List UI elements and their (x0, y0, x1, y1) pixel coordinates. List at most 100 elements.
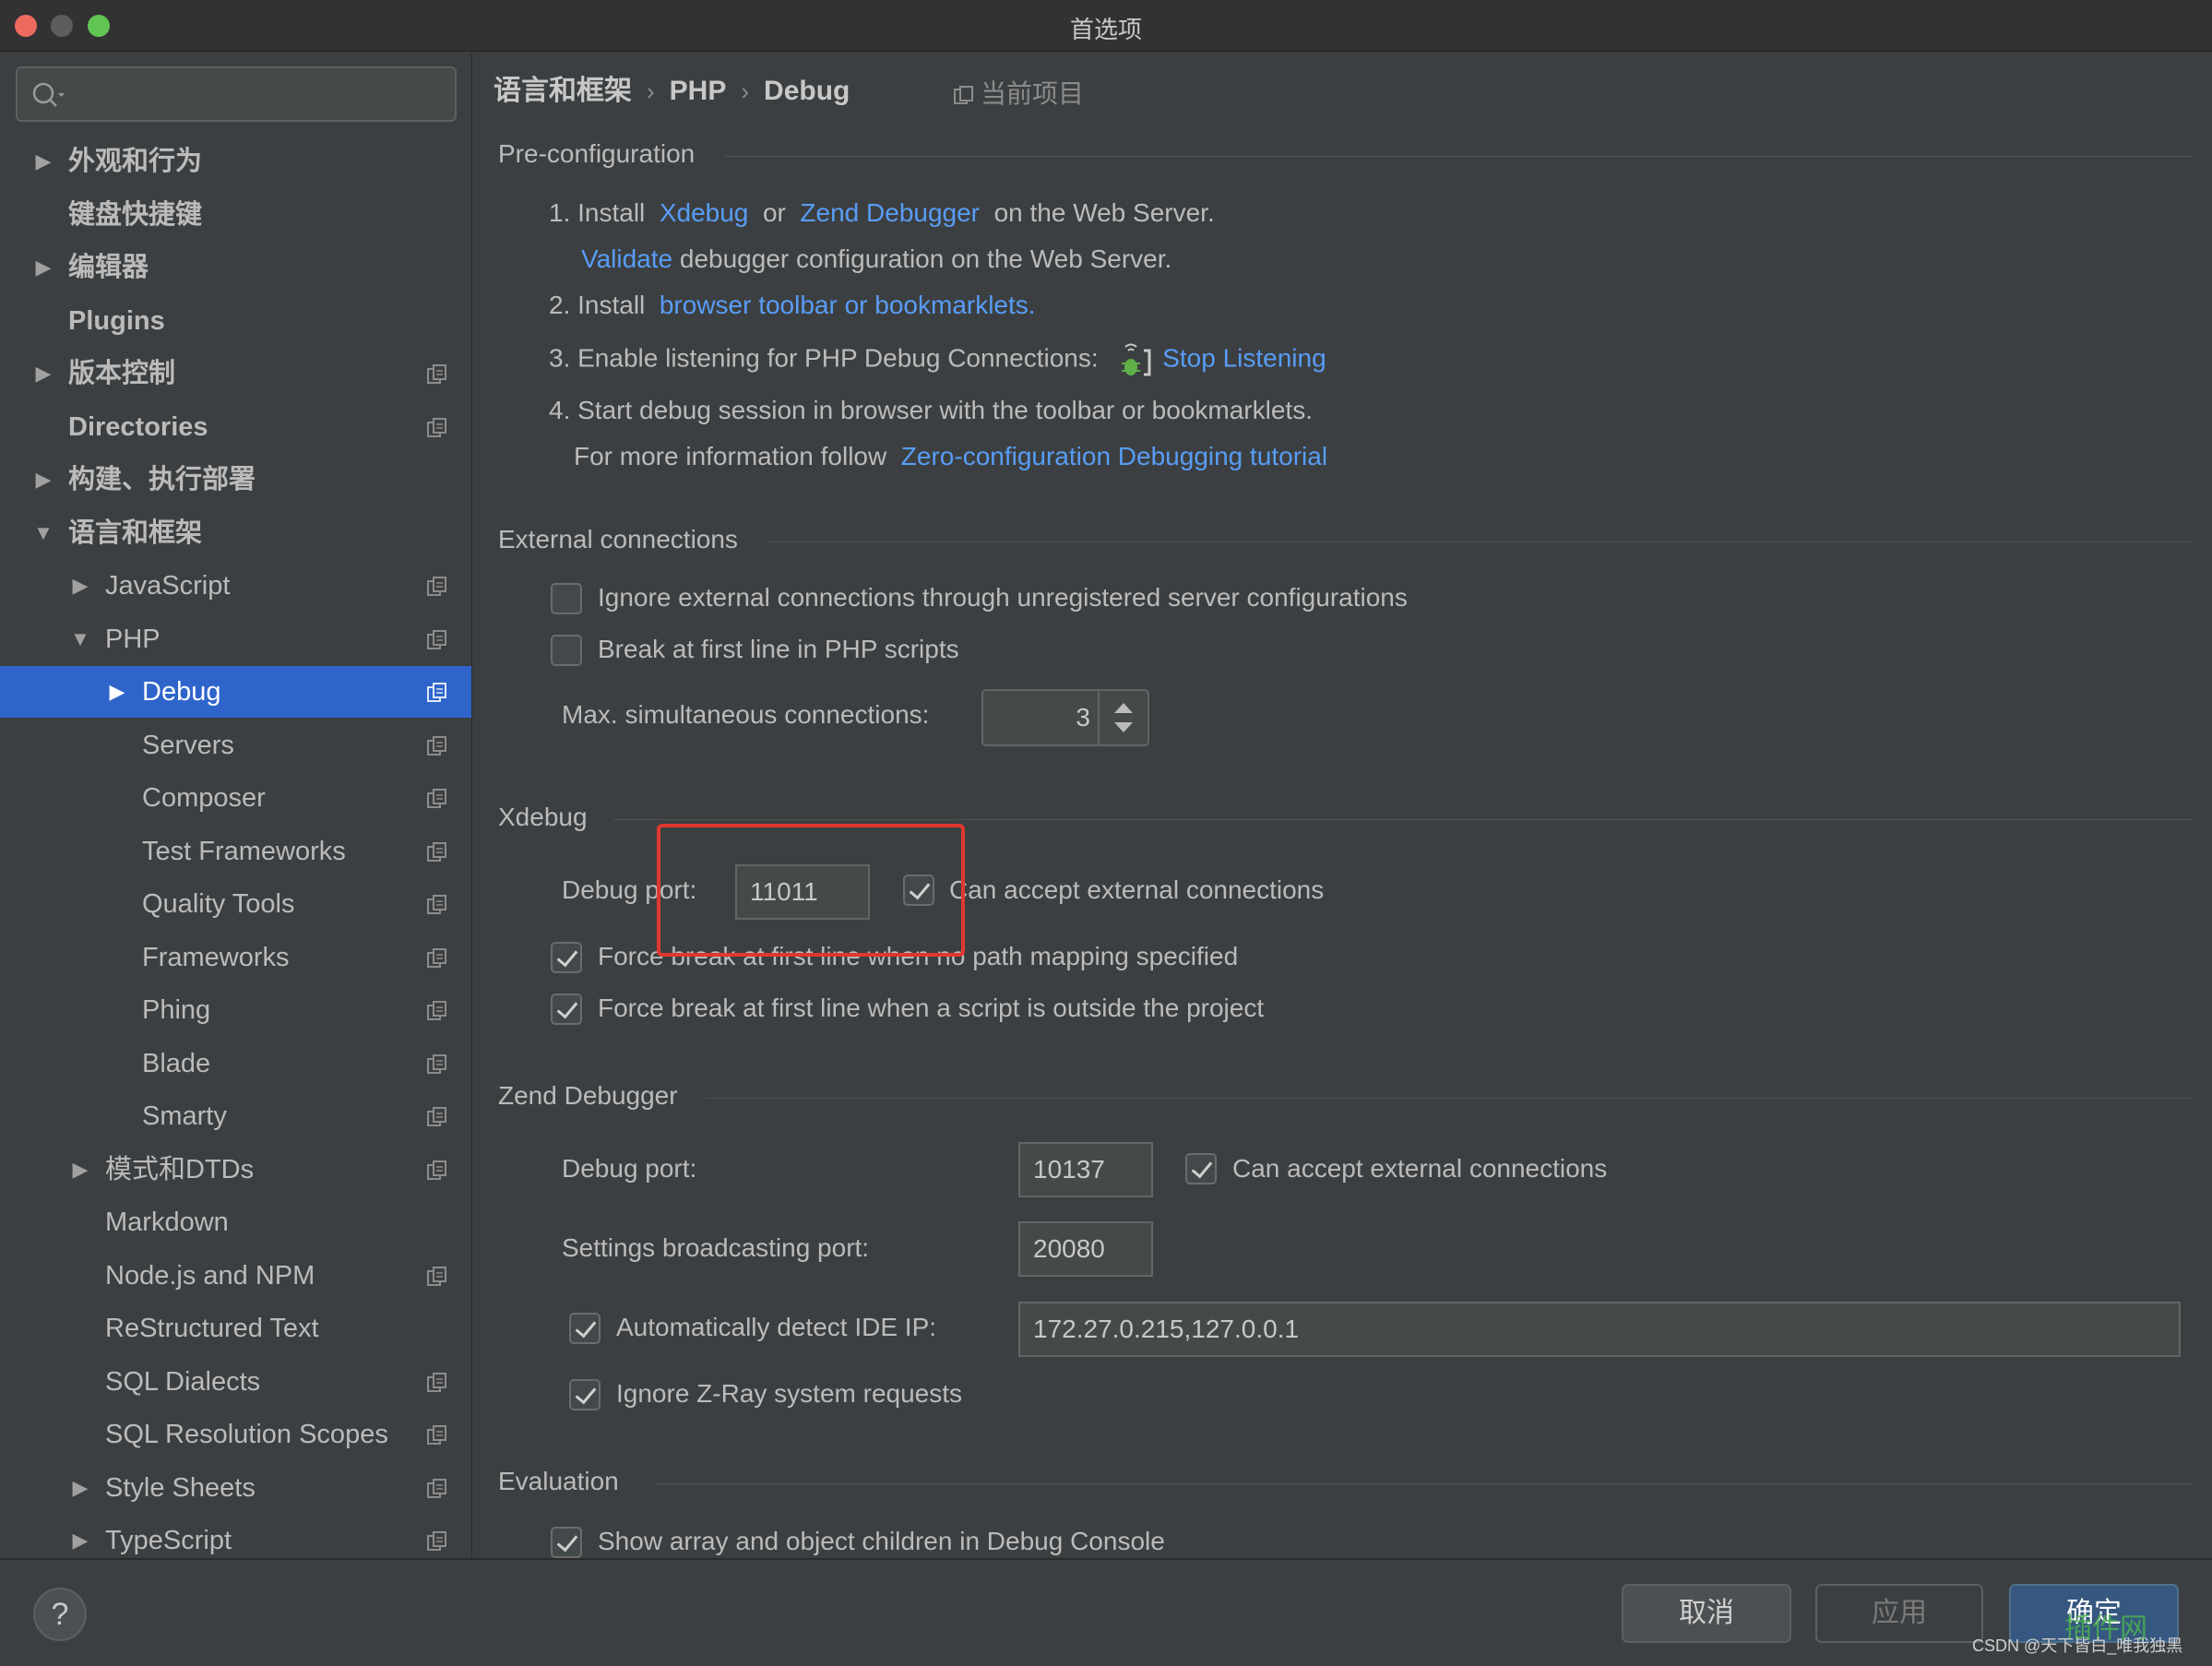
sidebar-item-label: Blade (142, 1048, 211, 1078)
browser-toolbar-link[interactable]: browser toolbar or bookmarklets. (660, 291, 1036, 319)
validate-suffix: debugger configuration on the Web Server… (679, 244, 1172, 273)
step1-prefix: 1. Install (549, 198, 646, 227)
title-bar: 首选项 (0, 0, 2212, 52)
force-break-outside-project-checkbox[interactable] (551, 994, 582, 1025)
sidebar-item-label: ReStructured Text (105, 1314, 319, 1343)
sidebar-item-label: Quality Tools (142, 889, 295, 919)
collapsed-arrow-icon[interactable]: ▶ (66, 1462, 94, 1514)
sidebar-item-label: Smarty (142, 1101, 227, 1131)
settings-search-input[interactable] (16, 66, 457, 122)
project-scope-icon (427, 577, 446, 596)
window-title: 首选项 (1069, 16, 1142, 43)
preconfig-more-info: For more information follow Zero-configu… (574, 442, 1327, 471)
sidebar-item-plugins[interactable]: Plugins (0, 295, 471, 347)
spinner-buttons[interactable] (1098, 691, 1148, 744)
more-info-label: For more information follow (574, 442, 887, 470)
zero-config-tutorial-link[interactable]: Zero-configuration Debugging tutorial (901, 442, 1327, 470)
sidebar-item-style-sheets[interactable]: ▶ Style Sheets (0, 1462, 471, 1514)
sidebar-item-模式和dtds[interactable]: ▶ 模式和DTDs (0, 1144, 471, 1196)
sidebar-item-quality-tools[interactable]: Quality Tools (0, 878, 471, 930)
show-array-children-checkbox[interactable] (551, 1527, 582, 1558)
collapsed-arrow-icon[interactable]: ▶ (66, 560, 94, 612)
sidebar-item-label: 编辑器 (68, 253, 149, 282)
main-panel: 语言和框架 › PHP › Debug 当前项目 Pre-configuration 1… (473, 53, 2212, 1558)
collapsed-arrow-icon[interactable]: ▶ (66, 1515, 94, 1558)
zend-port-field[interactable]: 10137 (1018, 1142, 1153, 1197)
sidebar-item-servers[interactable]: Servers (0, 720, 471, 771)
project-scope-icon (427, 417, 446, 437)
sidebar-item-sql-dialects[interactable]: SQL Dialects (0, 1356, 471, 1408)
sidebar-item-编辑器[interactable]: ▶ 编辑器 (0, 242, 471, 293)
sidebar-item-directories[interactable]: Directories (0, 401, 471, 453)
sidebar-item-node-js-and-npm[interactable]: Node.js and NPM (0, 1250, 471, 1302)
zend-debugger-link[interactable]: Zend Debugger (800, 198, 980, 227)
highlight-annotation-box (657, 824, 965, 957)
broadcast-port-label: Settings broadcasting port: (562, 1233, 870, 1262)
project-scope-icon (427, 895, 446, 914)
sidebar-item-javascript[interactable]: ▶ JavaScript (0, 560, 471, 612)
collapsed-arrow-icon[interactable]: ▶ (103, 666, 131, 718)
sidebar-item-restructured-text[interactable]: ReStructured Text (0, 1303, 471, 1354)
breadcrumb-item-languages[interactable]: 语言和框架 (494, 76, 632, 106)
sidebar-item-外观和行为[interactable]: ▶ 外观和行为 (0, 136, 471, 187)
help-button[interactable]: ? (33, 1588, 87, 1641)
zend-port-label: Debug port: (562, 1154, 697, 1183)
section-divider (724, 156, 2194, 157)
sidebar-item-phing[interactable]: Phing (0, 984, 471, 1036)
expanded-arrow-icon[interactable]: ▼ (66, 613, 94, 665)
sidebar-item-sql-resolution-scopes[interactable]: SQL Resolution Scopes (0, 1409, 471, 1460)
collapsed-arrow-icon[interactable]: ▶ (66, 1144, 94, 1196)
show-array-children-label: Show array and object children in Debug … (598, 1527, 1165, 1555)
break-first-line-checkbox[interactable] (551, 635, 582, 666)
project-scope-icon (427, 1266, 446, 1286)
sidebar-item-label: Phing (142, 995, 211, 1025)
sidebar-item-composer[interactable]: Composer (0, 772, 471, 824)
ide-ip-field[interactable]: 172.27.0.215,127.0.0.1 (1018, 1302, 2181, 1357)
cancel-button[interactable]: 取消 (1622, 1584, 1791, 1643)
sidebar-item-键盘快捷键[interactable]: 键盘快捷键 (0, 189, 471, 241)
sidebar-item-markdown[interactable]: Markdown (0, 1196, 471, 1248)
sidebar-item-php[interactable]: ▼ PHP (0, 613, 471, 665)
zend-accept-external-checkbox[interactable] (1185, 1153, 1217, 1184)
collapsed-arrow-icon[interactable]: ▶ (30, 136, 57, 187)
sidebar-item-test-frameworks[interactable]: Test Frameworks (0, 826, 471, 877)
collapsed-arrow-icon[interactable]: ▶ (30, 348, 57, 399)
sidebar-item-blade[interactable]: Blade (0, 1038, 471, 1089)
ignore-zray-checkbox[interactable] (569, 1379, 601, 1410)
stop-listening-link[interactable]: Stop Listening (1162, 343, 1326, 372)
max-connections-spinner[interactable]: 3 (981, 689, 1149, 746)
sidebar-item-frameworks[interactable]: Frameworks (0, 932, 471, 983)
project-scope-icon (427, 735, 446, 756)
dialog-footer: ? 取消 应用 确定 (0, 1558, 2212, 1666)
ignore-external-checkbox[interactable] (551, 583, 582, 614)
preconfig-step1: 1. Install Xdebug or Zend Debugger on th… (549, 198, 1215, 228)
broadcast-port-field[interactable]: 20080 (1018, 1221, 1153, 1277)
force-break-no-mapping-checkbox[interactable] (551, 942, 582, 973)
apply-button[interactable]: 应用 (1815, 1584, 1983, 1643)
sidebar-item-typescript[interactable]: ▶ TypeScript (0, 1515, 471, 1558)
max-connections-label: Max. simultaneous connections: (562, 700, 930, 729)
collapsed-arrow-icon[interactable]: ▶ (30, 242, 57, 293)
sidebar-item-label: 构建、执行部署 (68, 465, 256, 494)
collapsed-arrow-icon[interactable]: ▶ (30, 454, 57, 506)
step1-or: or (762, 198, 786, 227)
sidebar-item-smarty[interactable]: Smarty (0, 1090, 471, 1142)
section-divider (706, 1098, 2194, 1099)
sidebar-item-label: Test Frameworks (142, 836, 346, 866)
search-icon (32, 82, 65, 107)
project-scope-icon (427, 1372, 446, 1392)
breadcrumb-item-php[interactable]: PHP (670, 76, 727, 106)
breadcrumb-item-debug: Debug (764, 76, 850, 106)
expanded-arrow-icon[interactable]: ▼ (30, 507, 57, 559)
sidebar-item-版本控制[interactable]: ▶ 版本控制 (0, 348, 471, 399)
project-scope-icon (427, 789, 446, 808)
project-scope-icon (427, 1478, 446, 1498)
validate-link[interactable]: Validate (581, 244, 672, 273)
sidebar-item-语言和框架[interactable]: ▼ 语言和框架 (0, 507, 471, 559)
xdebug-link[interactable]: Xdebug (660, 198, 749, 227)
sidebar-item-构建-执行部署[interactable]: ▶ 构建、执行部署 (0, 454, 471, 506)
sidebar-item-label: 模式和DTDs (105, 1154, 255, 1184)
sidebar-item-label: SQL Dialects (105, 1366, 261, 1397)
sidebar-item-debug[interactable]: ▶ Debug (0, 666, 471, 718)
auto-detect-ip-checkbox[interactable] (569, 1313, 601, 1344)
